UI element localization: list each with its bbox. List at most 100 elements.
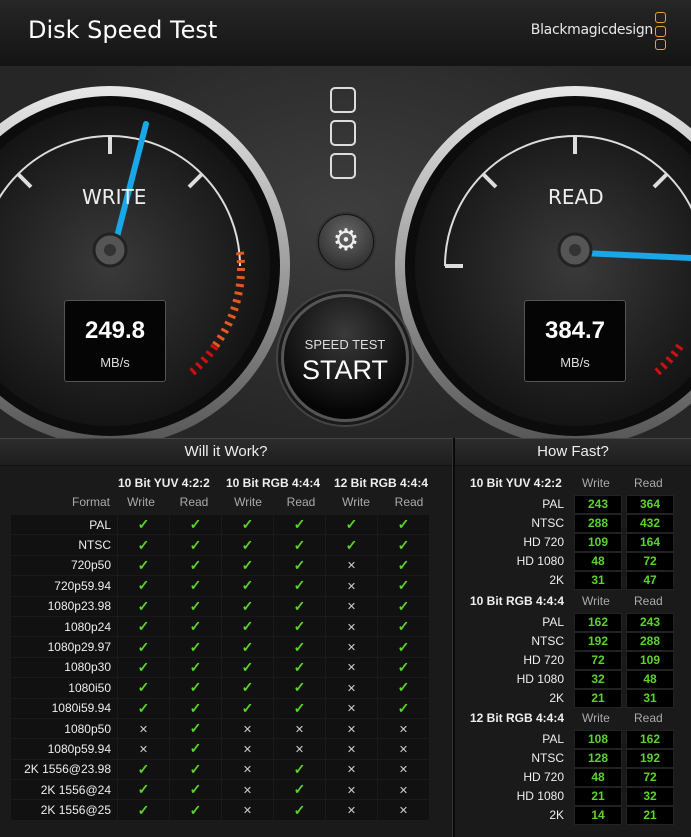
how-fast-write-value: 48 (574, 552, 622, 571)
check-icon: ✓ (169, 738, 222, 760)
table-row: 1080i50 ✓ ✓ ✓ ✓ ✕ ✓ (10, 677, 430, 699)
check-icon: ✓ (169, 534, 222, 556)
how-fast-write-header: Write (582, 594, 610, 608)
how-fast-write-value: 72 (574, 651, 622, 670)
write-speed-value: 249.8 (84, 317, 146, 344)
table-row: 1080p24 ✓ ✓ ✓ ✓ ✕ ✓ (10, 615, 430, 638)
check-icon: ✓ (377, 677, 430, 699)
how-fast-row: 2K 31 47 (468, 571, 678, 590)
check-icon: ✓ (169, 575, 222, 597)
how-fast-format-label: 2K (549, 808, 564, 822)
check-icon: ✓ (117, 554, 170, 577)
table-row: 720p59.94 ✓ ✓ ✓ ✓ ✕ ✓ (10, 575, 430, 597)
check-icon: ✓ (169, 513, 222, 536)
speed-test-start-button[interactable]: SPEED TEST START (281, 294, 409, 422)
how-fast-write-value: 243 (574, 495, 622, 514)
cross-icon: ✕ (325, 554, 378, 577)
check-icon: ✓ (117, 615, 170, 638)
cross-icon: ✕ (325, 636, 378, 658)
cross-icon: ✕ (325, 717, 378, 740)
how-fast-row: HD 1080 32 48 (468, 670, 678, 689)
how-fast-read-value: 31 (626, 689, 674, 708)
how-fast-read-value: 48 (626, 670, 674, 689)
how-fast-format-label: HD 720 (523, 770, 564, 784)
how-fast-row: PAL 162 243 (468, 613, 678, 632)
how-fast-read-value: 162 (626, 730, 674, 749)
cross-icon: ✕ (325, 779, 378, 801)
check-icon: ✓ (273, 636, 326, 658)
check-icon: ✓ (377, 554, 430, 577)
check-icon: ✓ (273, 697, 326, 719)
start-button-caption: SPEED TEST (304, 337, 386, 352)
check-icon: ✓ (221, 513, 274, 536)
check-icon: ✓ (377, 595, 430, 617)
cross-icon: ✕ (117, 717, 170, 740)
check-icon: ✓ (169, 779, 222, 801)
cross-icon: ✕ (325, 738, 378, 760)
check-icon: ✓ (273, 534, 326, 556)
check-icon: ✓ (221, 595, 274, 617)
how-fast-format-label: NTSC (531, 751, 564, 765)
cross-icon: ✕ (377, 799, 430, 821)
format-cell: 1080p24 (10, 615, 118, 638)
how-fast-write-value: 288 (574, 514, 622, 533)
format-cell: 2K 1556@24 (10, 779, 118, 801)
write-header-2: Write (234, 495, 262, 509)
how-fast-format-label: NTSC (531, 634, 564, 648)
group-header-yuv422: 10 Bit YUV 4:2:2 (118, 476, 210, 490)
how-fast-write-value: 31 (574, 571, 622, 590)
check-icon: ✓ (221, 656, 274, 679)
table-row: 2K 1556@23.98 ✓ ✓ ✕ ✓ ✕ ✕ (10, 758, 430, 781)
table-row: 1080i59.94 ✓ ✓ ✓ ✓ ✕ ✓ (10, 697, 430, 719)
check-icon: ✓ (377, 575, 430, 597)
check-icon: ✓ (273, 575, 326, 597)
format-cell: 1080i59.94 (10, 697, 118, 719)
check-icon: ✓ (117, 799, 170, 821)
how-fast-write-value: 162 (574, 613, 622, 632)
cross-icon: ✕ (273, 738, 326, 760)
gear-icon: ⚙ (332, 224, 360, 257)
settings-button[interactable]: ⚙ (318, 214, 374, 270)
how-fast-read-value: 109 (626, 651, 674, 670)
how-fast-header: How Fast? (455, 438, 691, 466)
how-fast-row: HD 720 109 164 (468, 533, 678, 552)
how-fast-format-label: PAL (542, 732, 564, 746)
cross-icon: ✕ (117, 738, 170, 760)
format-cell: NTSC (10, 534, 118, 556)
how-fast-row: NTSC 128 192 (468, 749, 678, 768)
cross-icon: ✕ (325, 615, 378, 638)
brand-logo-icon (655, 12, 667, 52)
how-fast-read-value: 288 (626, 632, 674, 651)
read-label: READ (548, 185, 604, 209)
check-icon: ✓ (377, 615, 430, 638)
table-row: 720p50 ✓ ✓ ✓ ✓ ✕ ✓ (10, 554, 430, 577)
check-icon: ✓ (377, 636, 430, 658)
write-gauge (0, 86, 290, 438)
table-row: 2K 1556@24 ✓ ✓ ✕ ✓ ✕ ✕ (10, 779, 430, 801)
how-fast-write-header: Write (582, 476, 610, 490)
check-icon: ✓ (221, 636, 274, 658)
read-header-1: Read (179, 495, 209, 509)
how-fast-read-header: Read (634, 594, 663, 608)
how-fast-write-value: 48 (574, 768, 622, 787)
table-row: 1080p29.97 ✓ ✓ ✓ ✓ ✕ ✓ (10, 636, 430, 658)
how-fast-read-header: Read (634, 711, 663, 725)
cross-icon: ✕ (325, 799, 378, 821)
cross-icon: ✕ (377, 717, 430, 740)
check-icon: ✓ (117, 779, 170, 801)
section-divider (452, 438, 455, 837)
check-icon: ✓ (377, 656, 430, 679)
how-fast-read-value: 21 (626, 806, 674, 825)
check-icon: ✓ (273, 779, 326, 801)
how-fast-format-label: 2K (549, 573, 564, 587)
cross-icon: ✕ (221, 717, 274, 740)
cross-icon: ✕ (325, 595, 378, 617)
how-fast-row: PAL 243 364 (468, 495, 678, 514)
check-icon: ✓ (273, 595, 326, 617)
check-icon: ✓ (169, 595, 222, 617)
check-icon: ✓ (273, 615, 326, 638)
cross-icon: ✕ (377, 779, 430, 801)
how-fast-write-value: 14 (574, 806, 622, 825)
cross-icon: ✕ (221, 758, 274, 781)
write-speed-unit: MB/s (100, 355, 130, 370)
